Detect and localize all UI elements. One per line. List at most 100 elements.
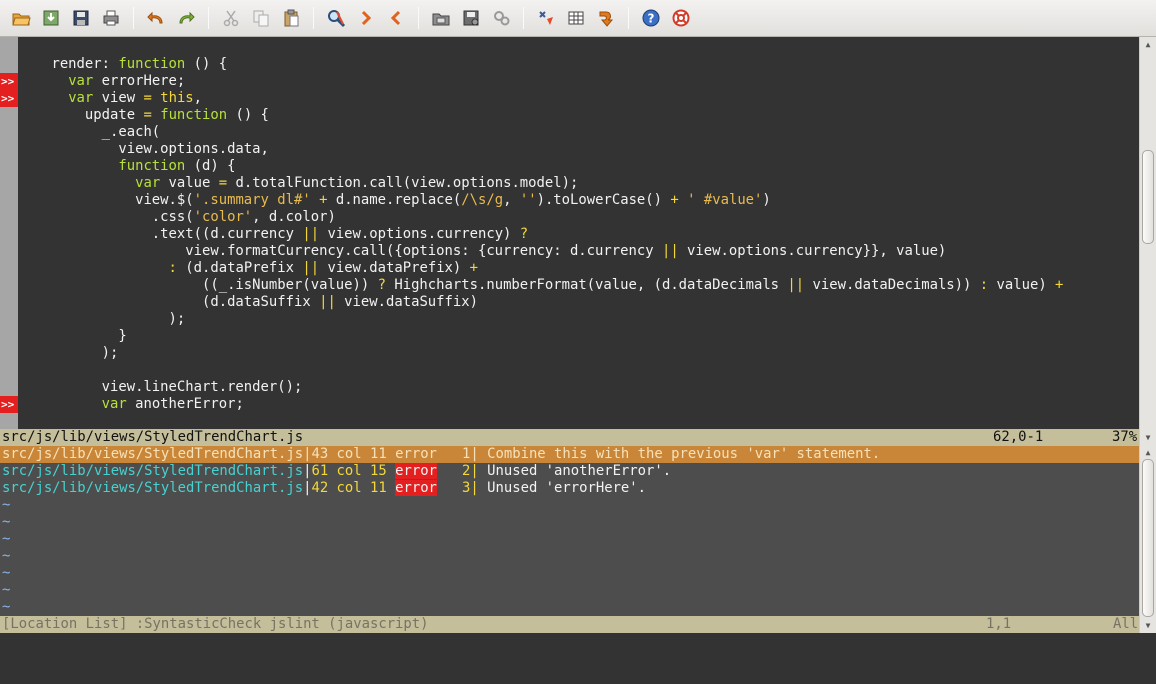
code-line[interactable]: } [0, 328, 1139, 345]
find-help-icon[interactable] [669, 6, 693, 30]
loclist-space [437, 480, 462, 496]
code-token: view.dataSuffix) [335, 294, 478, 310]
code-line[interactable] [0, 362, 1139, 379]
open-icon-glyph [12, 13, 31, 26]
undo-icon-glyph [147, 11, 163, 24]
code-line[interactable]: function (d) { [0, 158, 1139, 175]
code-line[interactable]: .text((d.currency || view.options.curren… [0, 226, 1139, 243]
loclist-file: src/js/lib/views/StyledTrendChart.js [2, 446, 304, 462]
scroll-down-icon[interactable]: ▼ [1140, 618, 1156, 632]
location-list-scrollbar[interactable]: ▲ ▼ [1139, 445, 1156, 633]
code-token: value) [988, 277, 1056, 293]
scroll-up-icon[interactable]: ▲ [1140, 37, 1156, 51]
code-line[interactable]: >> var view = this, [0, 90, 1139, 107]
copy-icon-glyph [253, 10, 269, 27]
location-list-pane[interactable]: src/js/lib/views/StyledTrendChart.js|43 … [0, 446, 1139, 616]
location-list-item[interactable]: src/js/lib/views/StyledTrendChart.js|61 … [0, 463, 1139, 480]
empty-line-tilde: ~ [2, 514, 11, 530]
find-prev-icon[interactable] [384, 6, 408, 30]
code-line[interactable]: ); [0, 345, 1139, 362]
shell-icon[interactable] [564, 6, 588, 30]
save-down-icon[interactable] [39, 6, 63, 30]
command-line[interactable] [0, 633, 1156, 654]
code-line[interactable]: view.$('.summary dl#' + d.name.replace(/… [0, 192, 1139, 209]
code-token: } [18, 328, 127, 344]
code-text: : (d.dataPrefix || view.dataPrefix) + [18, 260, 478, 277]
code-line[interactable]: var value = d.totalFunction.call(view.op… [0, 175, 1139, 192]
code-text: function (d) { [18, 158, 235, 175]
scroll-down-icon[interactable]: ▼ [1140, 430, 1156, 444]
location-list-item[interactable]: src/js/lib/views/StyledTrendChart.js|43 … [0, 446, 1139, 463]
empty-line-tilde: ~ [2, 497, 11, 513]
code-line[interactable]: view.options.data, [0, 141, 1139, 158]
code-text: update = function () { [18, 107, 269, 124]
code-token: || [302, 260, 320, 276]
toolbar-separator [418, 7, 419, 29]
empty-line-tilde: ~ [2, 582, 11, 598]
undo-icon[interactable] [144, 6, 168, 30]
status-filename: src/js/lib/views/StyledTrendChart.js [2, 429, 304, 445]
code-token: ) [762, 192, 771, 208]
code-token: + [670, 192, 679, 208]
loclist-position: 1,1 [986, 616, 1012, 632]
editor-statusline: src/js/lib/views/StyledTrendChart.js 62,… [0, 429, 1139, 446]
find-next-icon[interactable] [354, 6, 378, 30]
code-line[interactable]: view.formatCurrency.call({options: {curr… [0, 243, 1139, 260]
scroll-up-icon[interactable]: ▲ [1140, 445, 1156, 459]
code-token: ? [519, 226, 529, 242]
code-line[interactable]: update = function () { [0, 107, 1139, 124]
code-token: = [218, 175, 228, 191]
code-line[interactable]: (d.dataSuffix || view.dataSuffix) [0, 294, 1139, 311]
code-token: .css( [18, 209, 194, 225]
open-icon[interactable] [9, 6, 33, 30]
loclist-title: [Location List] :SyntasticCheck jslint (… [2, 616, 429, 632]
scrollbar-thumb[interactable] [1142, 150, 1154, 244]
error-sign-marker: >> [0, 90, 18, 107]
make-icon[interactable] [534, 6, 558, 30]
code-line[interactable]: ((_.isNumber(value)) ? Highcharts.number… [0, 277, 1139, 294]
save-icon[interactable] [69, 6, 93, 30]
empty-line-tilde: ~ [2, 531, 11, 547]
code-line[interactable]: : (d.dataPrefix || view.dataPrefix) + [0, 260, 1139, 277]
code-line[interactable]: _.each( [0, 124, 1139, 141]
load-session-icon[interactable] [429, 6, 453, 30]
editor-scrollbar[interactable]: ▲ ▼ [1139, 37, 1156, 445]
find-replace-icon[interactable] [324, 6, 348, 30]
code-token: value [160, 175, 219, 191]
run-script-icon[interactable] [489, 6, 513, 30]
shell-icon-glyph [568, 11, 584, 25]
save-session-icon[interactable] [459, 6, 483, 30]
copy-icon[interactable] [249, 6, 273, 30]
code-line[interactable]: render: function () { [0, 56, 1139, 73]
code-token: view.options.currency) [319, 226, 520, 242]
code-line[interactable]: >> var anotherError; [0, 396, 1139, 413]
code-line[interactable]: ); [0, 311, 1139, 328]
error-sign-marker: >> [0, 396, 18, 413]
paste-icon[interactable] [279, 6, 303, 30]
save-session-icon-glyph [463, 10, 479, 26]
code-token: view.options.currency}}, value) [678, 243, 947, 259]
code-text: ); [18, 345, 119, 362]
code-token: (d.dataPrefix [176, 260, 303, 276]
editor-pane[interactable]: render: function () {>> var errorHere; >>… [0, 37, 1139, 429]
toolbar: ? [0, 0, 1156, 37]
scrollbar-thumb[interactable] [1142, 459, 1154, 617]
code-line[interactable]: .css('color', d.color) [0, 209, 1139, 226]
error-sign-marker: >> [0, 73, 18, 90]
make-icon-glyph [539, 11, 553, 25]
code-text: _.each( [18, 124, 161, 141]
code-line[interactable]: view.lineChart.render(); [0, 379, 1139, 396]
location-list-item[interactable]: src/js/lib/views/StyledTrendChart.js|42 … [0, 480, 1139, 497]
cut-icon[interactable] [219, 6, 243, 30]
help-icon[interactable]: ? [639, 6, 663, 30]
code-token: d.name.replace( [327, 192, 462, 208]
loclist-message: Unused 'errorHere'. [478, 480, 647, 496]
redo-icon[interactable] [174, 6, 198, 30]
tag-jump-icon[interactable] [594, 6, 618, 30]
print-icon[interactable] [99, 6, 123, 30]
print-icon-glyph [103, 10, 119, 26]
code-line[interactable]: >> var errorHere; [0, 73, 1139, 90]
